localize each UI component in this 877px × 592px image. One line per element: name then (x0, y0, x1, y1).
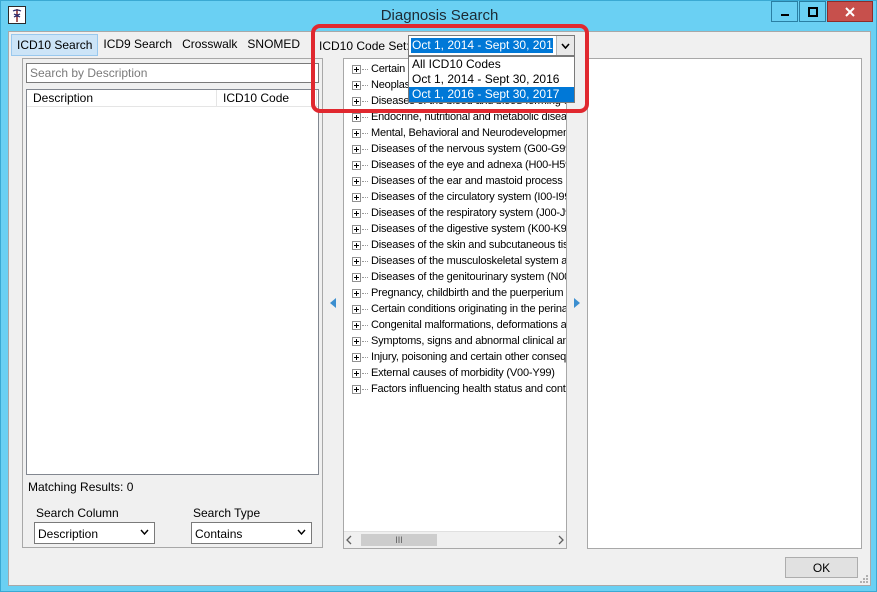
tree-node[interactable]: Diseases of the circulatory system (I00-… (352, 189, 566, 205)
icd10-category-tree[interactable]: Certain infectious and parasitic disease… (343, 58, 567, 549)
expand-plus-icon[interactable] (352, 160, 361, 170)
tree-node[interactable]: Factors influencing health status and co… (352, 381, 566, 397)
search-type-value: Contains (195, 527, 243, 541)
chevron-down-icon (140, 529, 149, 535)
expand-plus-icon[interactable] (352, 224, 361, 234)
maximize-icon (807, 6, 818, 17)
tree-node[interactable]: Diseases of the genitourinary system (N0… (352, 269, 566, 285)
tree-node[interactable]: Diseases of the nervous system (G00-G99) (352, 141, 566, 157)
expand-plus-icon[interactable] (352, 352, 361, 362)
expand-plus-icon[interactable] (352, 368, 361, 378)
tree-node[interactable]: Injury, poisoning and certain other cons… (352, 349, 566, 365)
search-type-label: Search Type (193, 506, 261, 520)
window-title: Diagnosis Search (380, 7, 499, 24)
expand-plus-icon[interactable] (352, 192, 361, 202)
expand-plus-icon[interactable] (352, 256, 361, 266)
expand-plus-icon[interactable] (352, 208, 361, 218)
expand-plus-icon[interactable] (352, 240, 361, 250)
tree-horizontal-scrollbar[interactable]: III (344, 531, 566, 548)
search-type-select[interactable]: Contains (191, 522, 312, 544)
code-detail-panel (587, 58, 862, 549)
diagnosis-search-window: Diagnosis Search ICD10 Search ICD9 Searc… (0, 0, 877, 592)
results-list-header: Description ICD10 Code (27, 90, 318, 107)
tree-node[interactable]: Diseases of the eye and adnexa (H00-H59) (352, 157, 566, 173)
matching-results-count: Matching Results: 0 (28, 480, 134, 494)
expand-plus-icon[interactable] (352, 304, 361, 314)
tree-node[interactable]: Congenital malformations, deformations a… (352, 317, 566, 333)
tree-node[interactable]: Diseases of the skin and subcutaneous ti… (352, 237, 566, 253)
arrow-left-icon (330, 298, 336, 308)
tree-node[interactable]: Pregnancy, childbirth and the puerperium (352, 285, 564, 301)
expand-plus-icon[interactable] (352, 320, 361, 330)
results-list[interactable]: Description ICD10 Code (26, 89, 319, 475)
maximize-button[interactable] (799, 1, 826, 22)
tab-crosswalk[interactable]: Crosswalk (177, 34, 242, 56)
close-button[interactable] (827, 1, 873, 22)
tree-node[interactable]: Mental, Behavioral and Neurodevelopmenta… (352, 125, 566, 141)
scroll-left-icon[interactable] (346, 535, 352, 545)
search-column-value: Description (38, 527, 99, 541)
expand-plus-icon[interactable] (352, 288, 361, 298)
expand-plus-icon[interactable] (352, 176, 361, 186)
tree-node[interactable]: External causes of morbidity (V00-Y99) (352, 365, 555, 381)
column-header-description[interactable]: Description (27, 90, 217, 106)
arrow-right-icon (574, 298, 580, 308)
expand-plus-icon[interactable] (352, 144, 361, 154)
tab-snomed[interactable]: SNOMED (242, 34, 305, 56)
dialog-client-area: ICD10 Search ICD9 Search Crosswalk SNOME… (8, 24, 871, 586)
resize-grip-icon[interactable] (859, 574, 869, 584)
expand-plus-icon[interactable] (352, 128, 361, 138)
tree-node[interactable]: Symptoms, signs and abnormal clinical an… (352, 333, 566, 349)
collapse-left-button[interactable] (323, 58, 343, 548)
expand-plus-icon[interactable] (352, 384, 361, 394)
tree-node[interactable]: Certain conditions originating in the pe… (352, 301, 566, 317)
annotation-highlight-box (311, 24, 589, 113)
search-input[interactable] (26, 63, 319, 83)
expand-plus-icon[interactable] (352, 272, 361, 282)
expand-plus-icon[interactable] (352, 336, 361, 346)
collapse-right-button[interactable] (567, 58, 587, 548)
tab-icd9-search[interactable]: ICD9 Search (98, 34, 177, 56)
tree-node[interactable]: Diseases of the musculoskeletal system a… (352, 253, 566, 269)
search-column-label: Search Column (36, 506, 119, 520)
column-header-icd10-code[interactable]: ICD10 Code (217, 90, 317, 106)
scrollbar-thumb[interactable]: III (361, 534, 437, 546)
search-column-select[interactable]: Description (34, 522, 155, 544)
close-icon (845, 6, 855, 17)
scroll-right-icon[interactable] (558, 535, 564, 545)
minimize-icon (780, 13, 789, 16)
minimize-button[interactable] (771, 1, 798, 22)
tree-node[interactable]: Diseases of the digestive system (K00-K9… (352, 221, 566, 237)
chevron-down-icon (297, 529, 306, 535)
expand-plus-icon[interactable] (352, 112, 361, 122)
search-tabs: ICD10 Search ICD9 Search Crosswalk SNOME… (11, 34, 305, 56)
tree-node[interactable]: Diseases of the ear and mastoid process (352, 173, 563, 189)
ok-button[interactable]: OK (785, 557, 858, 578)
tab-icd10-search[interactable]: ICD10 Search (11, 34, 99, 56)
tree-node[interactable]: Diseases of the respiratory system (J00-… (352, 205, 566, 221)
